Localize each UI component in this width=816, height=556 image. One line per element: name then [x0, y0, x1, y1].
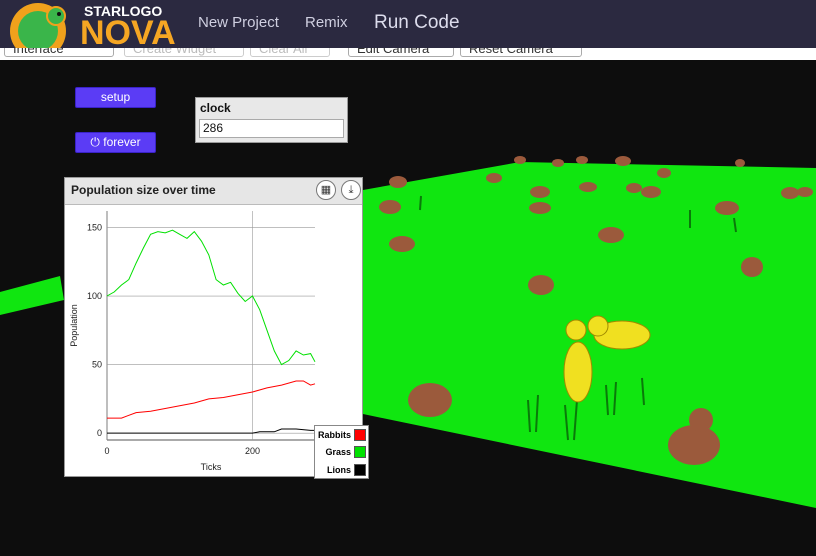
forever-button[interactable]: ⏻ forever [75, 132, 156, 153]
clock-label: clock [200, 101, 231, 115]
y-axis-label: Population [69, 304, 79, 347]
legend-label: Rabbits [317, 429, 351, 440]
legend-item-grass: Grass [325, 445, 366, 458]
top-bar: STARLOGO NOVA New Project Remix Run Code [0, 0, 816, 59]
create-widget-button[interactable]: Create Widget [124, 48, 244, 57]
download-icon[interactable]: ⤓ [341, 180, 361, 200]
chart-legend: Rabbits Grass Lions [314, 425, 369, 479]
clear-all-button[interactable]: Clear All [250, 48, 330, 57]
clock-value-field[interactable]: 286 [199, 119, 344, 138]
legend-swatch-rabbits [354, 428, 366, 441]
grass-terrain [363, 162, 816, 508]
chart-title: Population size over time [71, 183, 216, 197]
widget-toolbar: Interface Create Widget Clear All Edit C… [0, 48, 816, 60]
table-view-icon[interactable]: ▦ [316, 180, 336, 200]
x-tick-label: 0 [104, 446, 109, 456]
forever-label: forever [103, 135, 141, 149]
y-tick-label: 100 [87, 291, 102, 301]
power-icon: ⏻ [90, 135, 104, 149]
legend-label: Lions [327, 464, 351, 475]
chart-header: Population size over time ▦ ⤓ [65, 178, 362, 205]
edit-camera-button[interactable]: Edit Camera [348, 48, 454, 57]
remix-link[interactable]: Remix [305, 14, 348, 31]
svg-text:NOVA: NOVA [80, 14, 176, 52]
clock-widget: clock 286 [195, 97, 348, 143]
legend-swatch-lions [354, 463, 366, 476]
legend-label: Grass [325, 446, 351, 457]
new-project-link[interactable]: New Project [198, 14, 279, 31]
x-tick-label: 200 [245, 446, 260, 456]
series-line-lions [107, 428, 315, 434]
x-axis-label: Ticks [201, 462, 222, 472]
legend-item-rabbits: Rabbits [318, 428, 366, 441]
series-line-grass [106, 229, 316, 366]
legend-swatch-grass [354, 445, 366, 458]
y-tick-label: 0 [97, 428, 102, 438]
run-code-link[interactable]: Run Code [374, 12, 460, 34]
legend-item-lions: Lions [327, 463, 366, 476]
grass-terrain-left [0, 276, 64, 315]
y-tick-label: 150 [87, 222, 102, 232]
reset-camera-button[interactable]: Reset Camera [460, 48, 582, 57]
y-tick-label: 50 [92, 360, 102, 370]
setup-button[interactable]: setup [75, 87, 156, 108]
series-line-rabbits [107, 380, 316, 419]
interface-button[interactable]: Interface [4, 48, 114, 57]
